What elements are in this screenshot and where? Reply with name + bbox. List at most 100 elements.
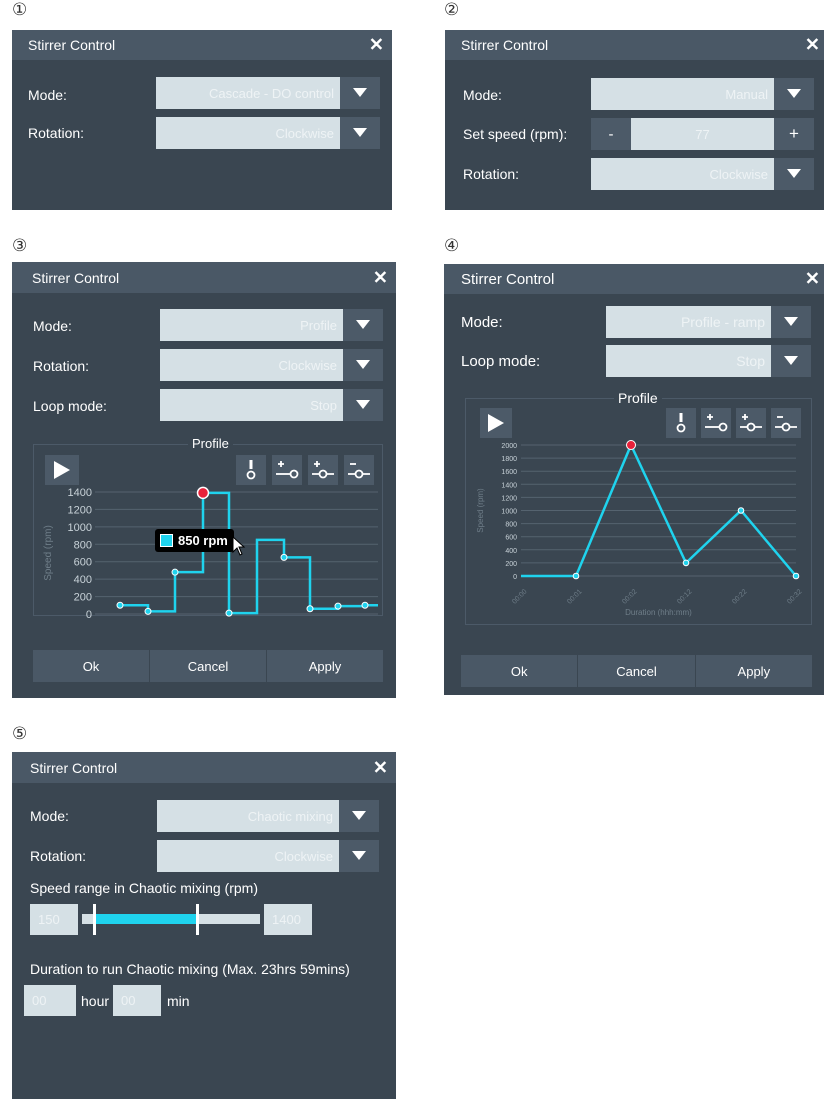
step-number-3: ③ (12, 236, 28, 256)
x-tick-label: 00:32 (786, 588, 803, 605)
dialog-title: Stirrer Control (461, 37, 549, 53)
mode-dropdown[interactable]: Chaotic mixing (157, 800, 379, 832)
rotation-dropdown[interactable]: Clockwise (591, 158, 814, 190)
close-icon[interactable]: ✕ (805, 269, 820, 290)
profile-title: Profile (188, 436, 233, 451)
y-tick-label: 800 (74, 539, 92, 551)
hour-input[interactable]: 00 (24, 985, 76, 1016)
dialog-actions: Ok Cancel Apply (461, 655, 812, 687)
remove-point-icon (775, 416, 797, 432)
x-tick-label: 00:12 (676, 588, 693, 605)
mode-dropdown[interactable]: Profile - ramp (606, 306, 811, 338)
data-point (682, 559, 690, 567)
speed-decrement-button[interactable]: - (591, 118, 631, 150)
loop-mode-dropdown[interactable]: Stop (160, 389, 383, 421)
min-label: min (167, 993, 190, 1009)
chevron-down-icon[interactable] (339, 800, 379, 832)
loop-mode-label: Loop mode: (461, 353, 541, 370)
speed-input[interactable]: 77 (631, 118, 774, 150)
add-alarm-button[interactable] (666, 408, 696, 438)
remove-point-button[interactable] (344, 455, 374, 485)
rotation-dropdown[interactable]: Clockwise (156, 117, 380, 149)
profile-ramp-chart[interactable]: 0 200 400 600 800 1000 1200 1400 1600 1800 2000 00:… (465, 438, 812, 624)
add-point-end-button[interactable] (272, 455, 302, 485)
range-max-input[interactable]: 1400 (264, 904, 312, 935)
play-button[interactable] (45, 455, 79, 485)
insert-point-button[interactable] (308, 455, 338, 485)
step-number-4: ④ (444, 236, 460, 256)
mode-dropdown[interactable]: Manual (591, 78, 814, 110)
dialog-title: Stirrer Control (32, 269, 120, 286)
close-icon[interactable]: ✕ (373, 267, 388, 288)
chevron-down-icon[interactable] (340, 77, 380, 109)
chevron-down-icon[interactable] (343, 349, 383, 381)
apply-button[interactable]: Apply (267, 650, 383, 682)
selected-point (196, 486, 210, 500)
chevron-down-icon[interactable] (343, 389, 383, 421)
y-tick-label: 1400 (68, 487, 92, 499)
close-icon[interactable]: ✕ (805, 35, 820, 56)
close-icon[interactable]: ✕ (373, 757, 388, 778)
slider-low-handle[interactable] (93, 904, 96, 935)
y-tick-label: 600 (505, 535, 517, 542)
add-point-end-button[interactable] (701, 408, 731, 438)
data-point (144, 607, 152, 615)
insert-point-button[interactable] (736, 408, 766, 438)
loop-mode-dropdown[interactable]: Stop (606, 345, 811, 377)
cancel-button[interactable]: Cancel (578, 655, 696, 687)
mode-dropdown[interactable]: Cascade - DO control (156, 77, 380, 109)
rotation-label: Rotation: (28, 125, 85, 141)
y-tick-label: 400 (505, 548, 517, 555)
remove-point-icon (348, 463, 370, 479)
speed-increment-button[interactable]: + (774, 118, 814, 150)
mode-dropdown[interactable]: Profile (160, 309, 383, 341)
mouse-cursor-icon (232, 536, 246, 556)
data-point (572, 572, 580, 580)
play-button[interactable] (480, 408, 512, 438)
dialog-titlebar: Stirrer Control ✕ (445, 30, 824, 60)
duration-label: Duration to run Chaotic mixing (Max. 23h… (30, 961, 350, 977)
y-tick-label: 0 (86, 609, 92, 621)
data-point (280, 553, 288, 561)
min-input[interactable]: 00 (113, 985, 161, 1016)
y-tick-label: 200 (74, 592, 92, 604)
chevron-down-icon[interactable] (343, 309, 383, 341)
speed-range-slider[interactable] (82, 904, 262, 935)
tooltip-value: 850 rpm (178, 533, 228, 548)
chevron-down-icon[interactable] (774, 78, 814, 110)
rotation-dropdown[interactable]: Clockwise (157, 840, 379, 872)
data-point (792, 572, 800, 580)
chevron-down-icon[interactable] (339, 840, 379, 872)
close-icon[interactable]: ✕ (369, 35, 384, 56)
range-min-input[interactable]: 150 (30, 904, 78, 935)
stirrer-control-dialog-manual: Stirrer Control ✕ Mode: Manual Set speed… (445, 30, 824, 210)
mode-value: Cascade - DO control (156, 77, 340, 109)
play-icon (488, 414, 504, 432)
chevron-down-icon[interactable] (771, 345, 811, 377)
profile-title: Profile (614, 390, 662, 406)
loop-mode-label: Loop mode: (33, 398, 107, 414)
ok-button[interactable]: Ok (461, 655, 579, 687)
stirrer-control-dialog-profile-ramp: Stirrer Control ✕ Mode: Profile - ramp L… (444, 264, 824, 695)
chevron-down-icon[interactable] (774, 158, 814, 190)
rotation-value: Clockwise (591, 158, 774, 190)
play-icon (54, 461, 70, 479)
selected-point (626, 440, 636, 450)
chevron-down-icon[interactable] (771, 306, 811, 338)
ok-button[interactable]: Ok (33, 650, 150, 682)
dialog-title: Stirrer Control (28, 37, 116, 53)
series-line (120, 491, 378, 615)
apply-button[interactable]: Apply (696, 655, 812, 687)
tooltip-swatch (160, 534, 173, 547)
chevron-down-icon[interactable] (340, 117, 380, 149)
profile-step-chart[interactable]: 0 200 400 600 800 1000 1200 1400 Speed (rpm) (33, 484, 383, 624)
add-alarm-button[interactable] (236, 455, 266, 485)
x-tick-label: 00:00 (511, 588, 528, 605)
slider-high-handle[interactable] (195, 904, 199, 935)
rotation-dropdown[interactable]: Clockwise (160, 349, 383, 381)
slider-selected-range (94, 914, 197, 924)
y-tick-label: 200 (505, 561, 517, 568)
rotation-value: Clockwise (157, 840, 339, 872)
cancel-button[interactable]: Cancel (150, 650, 267, 682)
remove-point-button[interactable] (771, 408, 801, 438)
